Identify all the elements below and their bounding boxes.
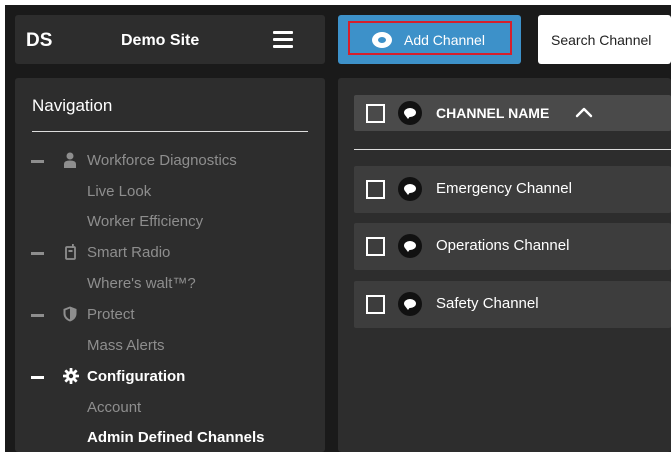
shield-icon [63,306,77,322]
table-header: CHANNEL NAME [354,95,671,131]
channel-name: Operations Channel [436,237,570,254]
search-box[interactable] [538,15,671,64]
sort-ascending-icon[interactable] [575,105,593,119]
sidebar-item-configuration[interactable]: Configuration [87,368,185,385]
table-row[interactable]: Operations Channel [354,223,671,270]
column-header-channel-name[interactable]: CHANNEL NAME [436,105,549,121]
chat-bubble-icon [398,234,422,258]
site-logo: DS [26,30,53,51]
collapse-workforce-diagnostics-icon[interactable] [31,160,44,163]
row-checkbox[interactable] [366,180,385,199]
sidebar-item-account[interactable]: Account [87,399,141,416]
sidebar-item-smart-radio[interactable]: Smart Radio [87,244,170,261]
chat-bubble-icon [398,292,422,316]
header-divider [354,149,671,150]
table-row[interactable]: Safety Channel [354,281,671,328]
row-checkbox[interactable] [366,295,385,314]
collapse-protect-icon[interactable] [31,314,44,317]
main-panel: CHANNEL NAME Emergency Channel Operation… [338,78,671,452]
sidebar: Navigation Workforce Diagnostics Live Lo… [15,78,325,452]
sidebar-item-protect[interactable]: Protect [87,306,135,323]
channel-name: Emergency Channel [436,180,572,197]
sidebar-item-live-look[interactable]: Live Look [87,183,151,200]
chat-bubble-icon [398,177,422,201]
gear-icon [63,368,79,384]
sidebar-divider [32,131,308,132]
add-channel-button[interactable]: Add Channel [338,15,521,64]
site-name: Demo Site [121,32,200,49]
sidebar-item-mass-alerts[interactable]: Mass Alerts [87,337,165,354]
search-input[interactable] [549,30,671,49]
hamburger-menu-icon[interactable] [273,31,293,49]
sidebar-item-admin-defined-channels[interactable]: Admin Defined Channels [87,429,265,446]
radio-icon [65,244,76,260]
chat-bubble-icon [372,32,392,48]
sidebar-item-worker-efficiency[interactable]: Worker Efficiency [87,213,203,230]
row-checkbox[interactable] [366,237,385,256]
chat-bubble-icon [398,101,422,125]
select-all-checkbox[interactable] [366,104,385,123]
add-channel-label: Add Channel [404,32,485,48]
collapse-configuration-icon[interactable] [31,376,44,379]
channel-name: Safety Channel [436,295,539,312]
sidebar-item-wheres-walt[interactable]: Where's walt™? [87,275,196,292]
sidebar-title: Navigation [32,96,113,115]
sidebar-item-workforce-diagnostics[interactable]: Workforce Diagnostics [87,152,237,169]
table-row[interactable]: Emergency Channel [354,166,671,213]
person-icon [64,152,76,168]
collapse-smart-radio-icon[interactable] [31,252,44,255]
site-header: DS Demo Site [15,15,325,64]
